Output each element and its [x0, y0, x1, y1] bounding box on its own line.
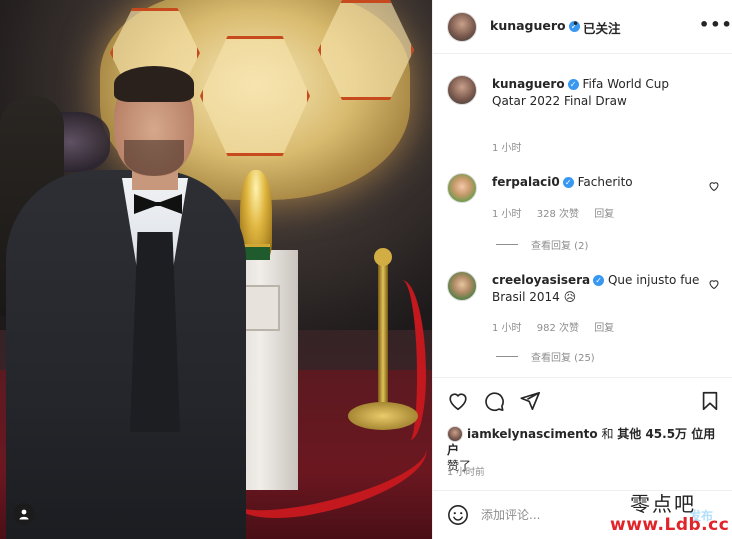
reply-button[interactable]: 回复 [594, 323, 614, 334]
bookmark-icon[interactable] [699, 390, 721, 412]
post-caption: kunaguero ✓ Fifa World Cup Qatar 2022 Fin… [492, 76, 682, 110]
post-sidebar: kunaguero ✓ • 已关注 ••• kunaguero ✓ Fifa Wor… [432, 0, 732, 539]
posted-time[interactable]: 1 小时前 [447, 464, 485, 478]
replies-line [496, 244, 518, 245]
author-username-text[interactable]: kunaguero [490, 18, 566, 33]
avatar[interactable] [447, 12, 477, 42]
caption-username[interactable]: kunaguero [492, 77, 565, 91]
watermark-url: www.Ldb.cc [610, 515, 730, 535]
reply-button[interactable]: 回复 [594, 209, 614, 220]
share-icon[interactable] [519, 390, 541, 412]
comment-likes[interactable]: 328 次赞 [537, 209, 579, 220]
comment-meta: 1 小时 328 次赞 回复 [492, 205, 626, 220]
more-icon[interactable]: ••• [699, 15, 732, 34]
comment-icon[interactable] [483, 390, 505, 412]
comment-item: ferpalaci0 ✓ Facherito [492, 174, 702, 191]
commenter-avatar[interactable] [447, 173, 477, 203]
man-in-tuxedo [6, 170, 246, 539]
caption-time[interactable]: 1 小时 [492, 143, 522, 154]
replies-line [496, 356, 518, 357]
verified-icon: ✓ [593, 275, 605, 286]
hair [114, 66, 194, 102]
emoji-icon[interactable] [447, 504, 469, 526]
watermark-title: 零点吧 [630, 492, 696, 516]
caption-meta: 1 小时 [492, 139, 534, 154]
likes-connector: 和 [597, 427, 618, 441]
view-replies-label[interactable]: 查看回复 (2) [531, 237, 588, 252]
liker-avatar[interactable] [447, 426, 463, 442]
trophy-base [242, 244, 270, 260]
heart-icon[interactable] [708, 180, 720, 192]
user-tag-icon [19, 509, 29, 520]
comment-text: Facherito [577, 175, 633, 189]
user-tag-button[interactable] [13, 503, 35, 525]
author-username[interactable]: kunaguero ✓ [490, 18, 580, 33]
comment-time[interactable]: 1 小时 [492, 323, 522, 334]
vest [130, 232, 180, 432]
comment-meta: 1 小时 982 次赞 回复 [492, 319, 626, 334]
following-button[interactable]: 已关注 [583, 18, 621, 37]
verified-icon: ✓ [562, 177, 574, 188]
beard [124, 140, 184, 176]
caption-avatar[interactable] [447, 75, 477, 105]
pedestal-plate [240, 285, 280, 331]
likes-summary: iamkelynascimento 和 其他 45.5万 位用户 赞了 [447, 426, 727, 474]
post-photo[interactable] [0, 0, 432, 539]
view-replies-button[interactable]: 查看回复 (2) [496, 237, 588, 252]
watermark: 零点吧 www.Ldb.cc [610, 486, 732, 539]
comment-time[interactable]: 1 小时 [492, 209, 522, 220]
liker-username[interactable]: iamkelynascimento [467, 427, 598, 441]
commenter-avatar[interactable] [447, 271, 477, 301]
comment-username[interactable]: ferpalaci0 [492, 175, 560, 189]
heart-icon[interactable] [708, 278, 720, 290]
heart-icon[interactable] [447, 390, 469, 412]
comment-username[interactable]: creeloyasisera [492, 273, 590, 287]
view-replies-label[interactable]: 查看回复 (25) [531, 349, 595, 364]
comment-likes[interactable]: 982 次赞 [537, 323, 579, 334]
stanchion-top [374, 248, 392, 266]
post-header: kunaguero ✓ • 已关注 ••• [433, 0, 732, 54]
comment-item: creeloyasisera ✓ Que injusto fue Brasil 2… [492, 272, 702, 306]
separator-dot: • [572, 17, 580, 31]
verified-icon: ✓ [567, 79, 579, 90]
view-replies-button[interactable]: 查看回复 (25) [496, 349, 595, 364]
post-actions [433, 377, 732, 423]
stanchion-post [378, 256, 388, 426]
